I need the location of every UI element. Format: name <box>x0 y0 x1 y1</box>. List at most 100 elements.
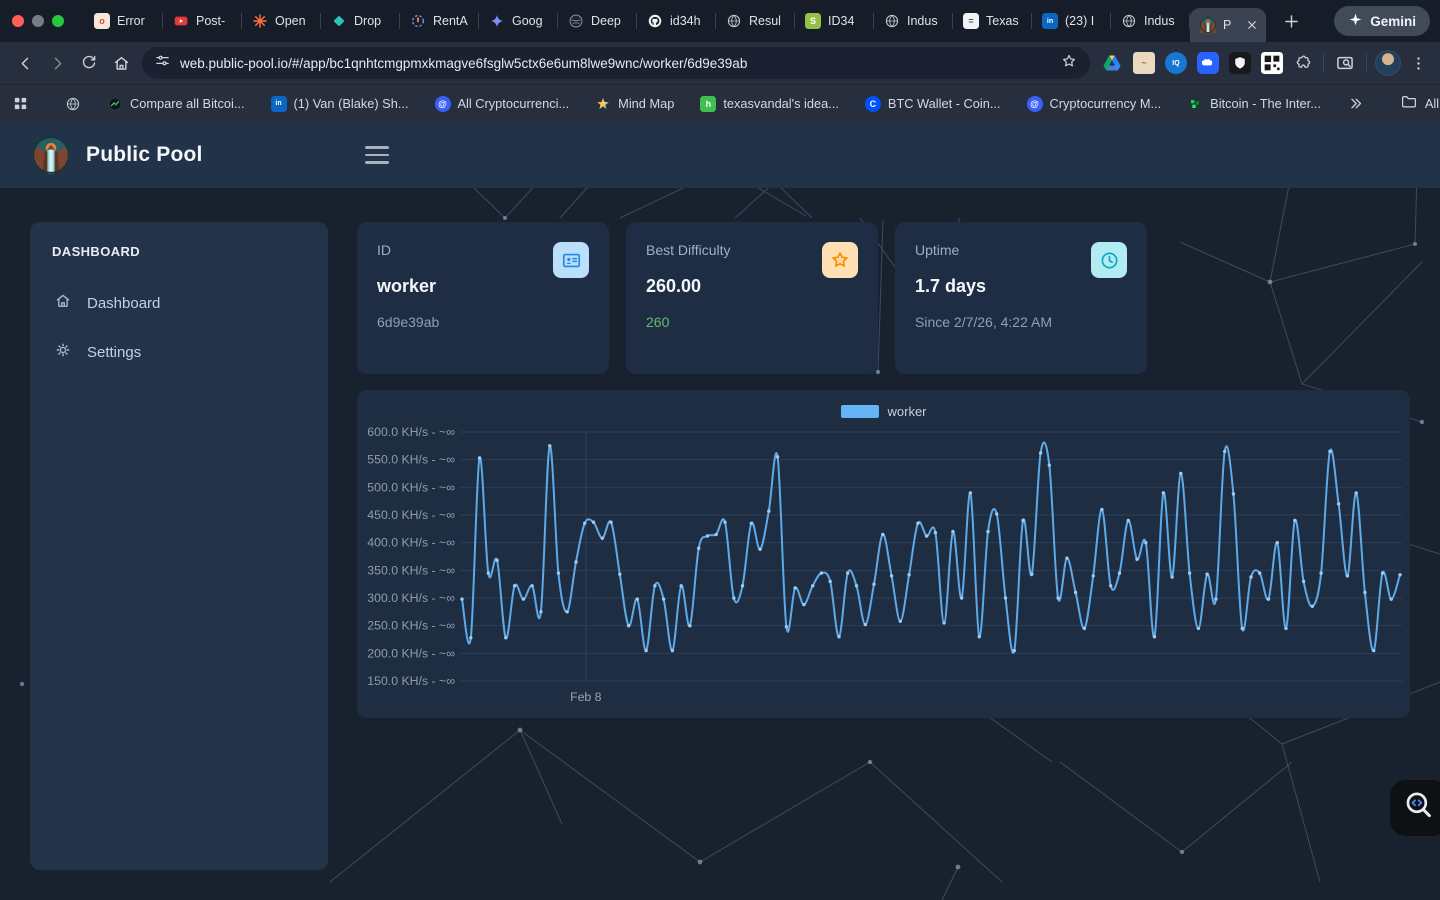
bookmarks-overflow-icon[interactable] <box>1347 90 1364 118</box>
tab[interactable]: Goog <box>479 0 558 42</box>
globe-favicon <box>726 13 742 29</box>
home-button[interactable] <box>106 48 136 78</box>
site-info-icon[interactable] <box>154 52 171 74</box>
apps-grid-icon[interactable] <box>12 90 29 118</box>
tab-list: oErrorPost- Open Drop RentA Goog Deepid34hRes… <box>84 0 1266 42</box>
art-extension-icon: ~ <box>1133 52 1155 74</box>
tab-strip: oErrorPost- Open Drop RentA Goog Deepid34hRes… <box>0 0 1440 42</box>
tab-label: Goog <box>512 14 543 28</box>
gear-icon <box>54 341 72 363</box>
inspect-code-icon <box>1402 789 1436 828</box>
hashrate-chart: 600.0 KH/s - ~∞550.0 KH/s - ~∞500.0 KH/s… <box>357 390 1410 718</box>
tab[interactable]: Indus <box>1111 0 1190 42</box>
avatar <box>1375 50 1401 76</box>
minimize-window-button[interactable] <box>32 15 44 27</box>
ai-brain-extension-icon[interactable] <box>1194 49 1222 77</box>
coinbase-favicon: C <box>865 96 881 112</box>
zoom-window-button[interactable] <box>52 15 64 27</box>
bookmark-item[interactable]: in(1) Van (Blake) Sh... <box>265 92 415 116</box>
close-window-button[interactable] <box>12 15 24 27</box>
address-bar[interactable]: web.public-pool.io/#/app/bc1qnhtcmgpmxkm… <box>142 47 1090 79</box>
tab-label: Open <box>275 14 306 28</box>
tab[interactable]: Post- <box>163 0 242 42</box>
star-multicolor-favicon <box>595 96 611 112</box>
url-text[interactable]: web.public-pool.io/#/app/bc1qnhtcmgpmxkm… <box>180 56 1051 71</box>
card-subtext: 260 <box>646 314 858 330</box>
public-pool-logo <box>32 136 70 174</box>
card-value: worker <box>377 276 589 297</box>
bookmark-item[interactable]: htexasvandal's idea... <box>694 92 845 116</box>
tab[interactable]: id34h <box>637 0 716 42</box>
sparkle-icon <box>1348 12 1363 30</box>
tab[interactable]: RentA <box>400 0 479 42</box>
sidebar-item-settings[interactable]: Settings <box>52 332 306 372</box>
bookmark-item[interactable]: @All Cryptocurrenci... <box>429 92 576 116</box>
tab[interactable]: Indus <box>874 0 953 42</box>
inspect-element-bubble[interactable] <box>1390 780 1440 836</box>
art-extension-icon[interactable]: ~ <box>1130 49 1158 77</box>
legend-label: worker <box>887 404 926 419</box>
error-favicon: o <box>94 13 110 29</box>
tab-label: Indus <box>1144 14 1175 28</box>
github-favicon <box>647 13 663 29</box>
bookmark-item[interactable]: Bitcoin - The Inter... <box>1181 92 1327 116</box>
tab[interactable]: Resul <box>716 0 795 42</box>
bookmark-label: Bitcoin - The Inter... <box>1210 96 1321 111</box>
tab[interactable]: Open <box>242 0 321 42</box>
tab[interactable]: oError <box>84 0 163 42</box>
profile-avatar[interactable] <box>1374 49 1402 77</box>
iq-extension-icon[interactable]: IQ <box>1162 49 1190 77</box>
bookmarks-bar: Compare all Bitcoi... in(1) Van (Blake) S… <box>0 84 1440 122</box>
bookmark-star-icon[interactable] <box>1060 52 1078 75</box>
tab[interactable]: Drop <box>321 0 400 42</box>
shield-extension-icon[interactable] <box>1226 49 1254 77</box>
bookmark-item[interactable]: Compare all Bitcoi... <box>101 92 251 116</box>
tab-label: Drop <box>354 14 381 28</box>
bookmark-item[interactable] <box>59 92 87 116</box>
sidebar-item-dashboard[interactable]: Dashboard <box>52 283 306 323</box>
dark-globe-favicon <box>568 13 584 29</box>
youtube-favicon <box>173 13 189 29</box>
y-tick-label: 400.0 KH/s - ~∞ <box>367 536 455 550</box>
extensions-puzzle-icon[interactable] <box>1288 49 1316 77</box>
y-tick-label: 150.0 KH/s - ~∞ <box>367 674 455 688</box>
y-tick-label: 600.0 KH/s - ~∞ <box>367 425 455 439</box>
back-button[interactable] <box>10 48 40 78</box>
tab[interactable]: =Texas <box>953 0 1032 42</box>
reload-button[interactable] <box>74 48 104 78</box>
diamond-favicon <box>331 13 347 29</box>
bookmark-label: texasvandal's idea... <box>723 96 839 111</box>
qr-extension-icon <box>1261 52 1283 74</box>
chart-legend[interactable]: worker <box>840 404 926 419</box>
tab[interactable]: SID34 <box>795 0 874 42</box>
all-bookmarks-button[interactable]: All Bookmarks <box>1394 89 1440 118</box>
tab-label: P <box>1223 18 1231 32</box>
card-subtext: 6d9e39ab <box>377 314 589 330</box>
tab-close-icon[interactable] <box>1246 19 1258 31</box>
tab-label: Indus <box>907 14 938 28</box>
drive-extension-icon[interactable] <box>1098 49 1126 77</box>
forward-button[interactable] <box>42 48 72 78</box>
bookmark-item[interactable]: Mind Map <box>589 92 680 116</box>
tab-search-icon[interactable] <box>1331 49 1359 77</box>
coinmarketcap-favicon: @ <box>435 96 451 112</box>
y-tick-label: 300.0 KH/s - ~∞ <box>367 591 455 605</box>
sidebar-item-label: Dashboard <box>87 295 160 312</box>
qr-extension-icon[interactable] <box>1258 49 1286 77</box>
public-pool-app: Public Pool DASHBOARD DashboardSettings … <box>0 122 1440 900</box>
extension-icons: ~ IQ <box>1098 49 1286 77</box>
menu-kebab-icon[interactable] <box>1404 49 1432 77</box>
y-tick-label: 350.0 KH/s - ~∞ <box>367 563 455 577</box>
hashrate-line <box>462 443 1400 653</box>
hamburger-menu-icon[interactable] <box>360 139 394 171</box>
gemini-button[interactable]: Gemini <box>1334 6 1430 36</box>
bookmark-item[interactable]: CBTC Wallet - Coin... <box>859 92 1007 116</box>
tab-active[interactable]: P <box>1190 8 1266 42</box>
gemini-sparkle-favicon <box>489 13 505 29</box>
bookmark-label: Compare all Bitcoi... <box>130 96 245 111</box>
bookmark-item[interactable]: @Cryptocurrency M... <box>1021 92 1168 116</box>
new-tab-button[interactable] <box>1276 6 1306 36</box>
tab[interactable]: Deep <box>558 0 637 42</box>
pixel-book-favicon <box>1187 96 1203 112</box>
tab[interactable]: in(23) I <box>1032 0 1111 42</box>
